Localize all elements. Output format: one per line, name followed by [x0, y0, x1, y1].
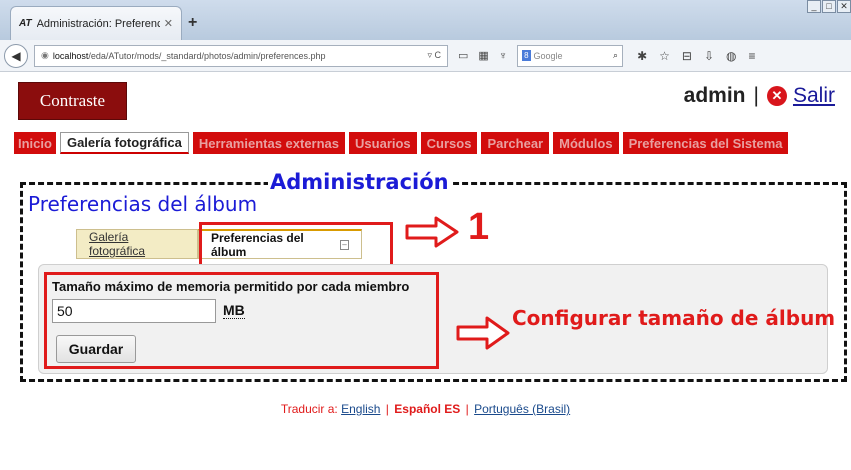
menu-icon[interactable]: ≡	[749, 49, 756, 63]
close-window-icon[interactable]: ✕	[837, 0, 851, 13]
favicon-icon: AT	[19, 18, 32, 29]
memory-input[interactable]	[52, 299, 216, 323]
menu-item-cursos[interactable]: Cursos	[420, 132, 478, 154]
tab-galeria[interactable]: Galería fotográfica	[76, 229, 198, 259]
user-separator: |	[753, 84, 759, 107]
close-tab-icon[interactable]: ✕	[164, 17, 173, 30]
menu-item-usuarios[interactable]: Usuarios	[349, 132, 417, 154]
translate-bar: Traducir a: English | Español ES | Portu…	[280, 402, 571, 416]
address-bar[interactable]: ◉ localhost /eda/ATutor/mods/_standard/p…	[34, 44, 448, 67]
menu-item-inicio[interactable]: Inicio	[14, 132, 56, 154]
search-placeholder: Google	[533, 50, 563, 61]
lang-current: Español ES	[394, 402, 461, 416]
admin-title: Administración	[268, 170, 451, 194]
menu-item-galeria[interactable]: Galería fotográfica	[59, 132, 189, 154]
menu-item-preferencias-sistema[interactable]: Preferencias del Sistema	[622, 132, 789, 154]
annotation-label: Configurar tamaño de álbum	[512, 306, 836, 330]
search-icon[interactable]: ⌕	[613, 50, 618, 61]
url-host: localhost	[52, 50, 89, 61]
back-arrow-icon[interactable]: ◀	[4, 43, 28, 68]
annotation-arrow-icon	[405, 216, 459, 248]
new-tab-button[interactable]: +	[188, 14, 197, 32]
addon-icon[interactable]: ♆	[499, 50, 507, 62]
navigation-bar: ◀ ◉ localhost /eda/ATutor/mods/_standard…	[0, 40, 851, 72]
username: admin	[683, 84, 746, 107]
grid-icon[interactable]: ▦	[478, 49, 488, 62]
url-path: /eda/ATutor/mods/_standard/photos/admin/…	[88, 50, 326, 61]
bookmark-star-icon[interactable]: ☆	[659, 49, 670, 63]
addon2-icon[interactable]: ✱	[637, 49, 647, 63]
save-button[interactable]: Guardar	[56, 335, 136, 363]
globe-icon: ◉	[41, 50, 49, 60]
google-icon: 8	[522, 50, 531, 61]
extension-icon[interactable]: ◍	[726, 49, 736, 63]
window-controls: _ □ ✕	[806, 0, 851, 13]
browser-titlebar: AT Administración: Preferencias ... ✕ + …	[0, 0, 851, 40]
bookmarks-icon[interactable]: ⊟	[682, 49, 692, 63]
tab-title: Administración: Preferencias ...	[36, 17, 160, 30]
annotation-number: 1	[468, 206, 490, 248]
download-icon[interactable]: ⇩	[704, 49, 714, 63]
toolbar-right: ✱ ☆ ⊟ ⇩ ◍ ≡	[637, 49, 755, 63]
memory-unit: MB	[223, 302, 245, 319]
page-title: Preferencias del álbum	[28, 192, 258, 216]
annotation-highlight-tab	[199, 222, 393, 267]
browser-tab[interactable]: AT Administración: Preferencias ... ✕	[10, 6, 182, 40]
user-area: admin | ✕ Salir	[684, 84, 835, 108]
logout-link[interactable]: Salir	[793, 84, 835, 108]
maximize-icon[interactable]: □	[822, 0, 836, 13]
minimize-icon[interactable]: _	[807, 0, 821, 13]
search-box[interactable]: 8 Google ⌕	[517, 44, 624, 67]
menu-item-modulos[interactable]: Módulos	[553, 132, 619, 154]
window-icon[interactable]: ▭	[458, 49, 468, 62]
menu-item-herramientas[interactable]: Herramientas externas	[192, 132, 346, 154]
toolbar-icons: ▭ ▦ ♆	[458, 49, 507, 63]
main-menu: Inicio Galería fotográfica Herramientas …	[14, 132, 789, 154]
memory-label: Tamaño máximo de memoria permitido por c…	[52, 279, 410, 294]
annotation-arrow-icon	[456, 316, 510, 350]
menu-item-parchear[interactable]: Parchear	[481, 132, 550, 154]
contraste-button[interactable]: Contraste	[18, 82, 127, 120]
lang-portugues-link[interactable]: Português (Brasil)	[474, 402, 570, 416]
translate-prefix: Traducir a:	[280, 402, 338, 416]
reload-icon[interactable]: ▿ C	[427, 50, 441, 61]
lang-english-link[interactable]: English	[341, 402, 380, 416]
logout-icon[interactable]: ✕	[766, 86, 787, 106]
